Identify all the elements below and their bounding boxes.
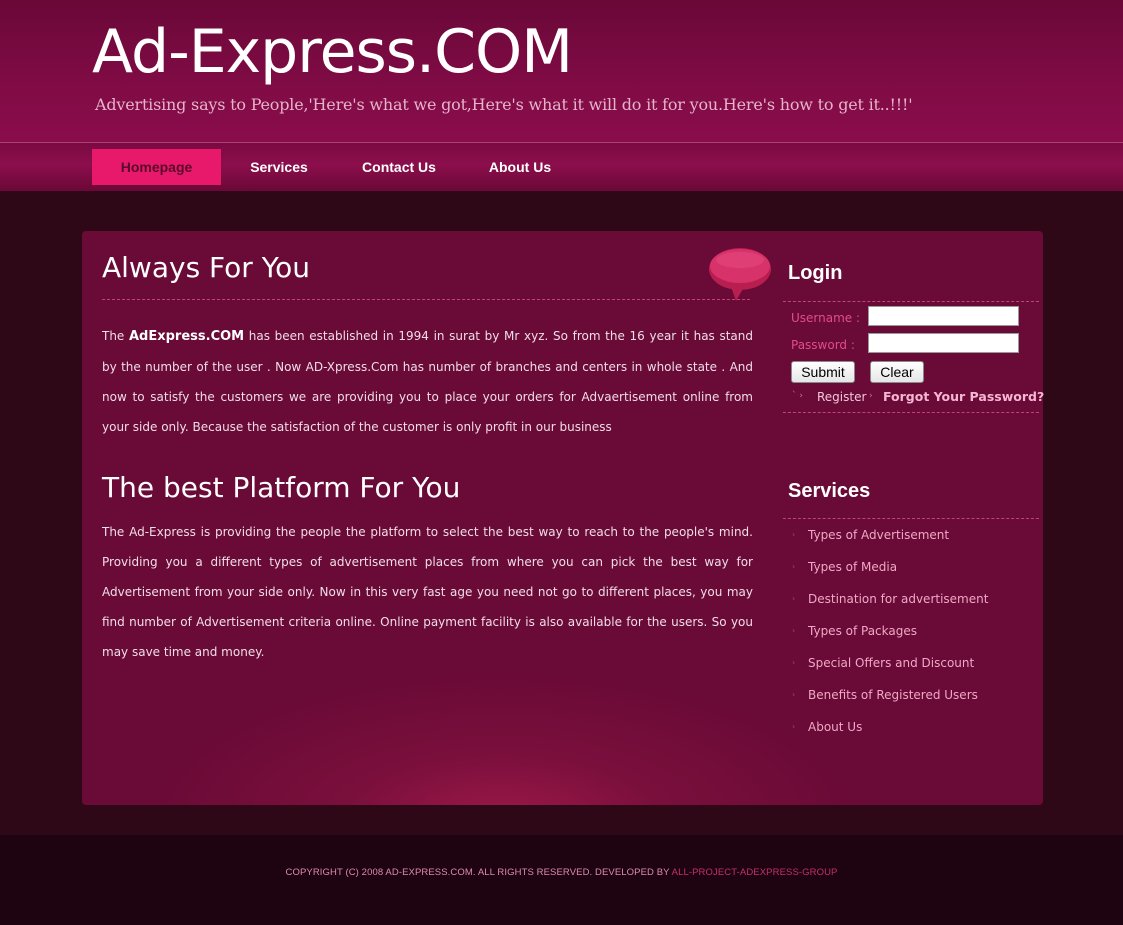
username-field[interactable] <box>868 306 1019 326</box>
service-link-about-us[interactable]: › About Us <box>783 720 1039 740</box>
register-link[interactable]: Register <box>817 390 866 404</box>
site-tagline: Advertising says to People,'Here's what … <box>95 95 913 114</box>
submit-button[interactable]: Submit <box>791 361 855 383</box>
chevron-right-icon: › <box>792 594 796 603</box>
password-field[interactable] <box>868 333 1019 353</box>
section-title-best-platform: The best Platform For You <box>102 471 461 504</box>
forgot-arrow-icon: › <box>869 391 873 401</box>
main-panel: Always For You The AdExpress.COM has bee… <box>82 231 1044 805</box>
about-paragraph: The AdExpress.COM has been established i… <box>102 329 753 434</box>
copyright-text: COPYRIGHT (C) 2008 AD-EXPRESS.COM. ALL R… <box>285 867 838 878</box>
header: Ad-Express.COM Advertising says to Peopl… <box>0 0 1123 143</box>
services-title: Services <box>788 480 871 502</box>
username-label: Username : <box>791 311 861 325</box>
speech-bubble-icon <box>709 248 771 301</box>
nav-homepage[interactable]: Homepage <box>92 149 221 185</box>
password-label: Password : <box>791 338 855 352</box>
chevron-right-icon: › <box>792 690 796 699</box>
service-link-destination[interactable]: › Destination for advertisement <box>783 592 1039 612</box>
register-arrow-icon: ` › <box>792 391 803 401</box>
site-logo[interactable]: Ad-Express.COM <box>92 22 573 82</box>
clear-button[interactable]: Clear <box>870 361 924 383</box>
service-link-special-offers[interactable]: › Special Offers and Discount <box>783 656 1039 676</box>
footer: COPYRIGHT (C) 2008 AD-EXPRESS.COM. ALL R… <box>0 835 1123 925</box>
login-divider-bottom <box>783 412 1039 413</box>
chevron-right-icon: › <box>792 530 796 539</box>
login-title: Login <box>788 262 843 284</box>
chevron-right-icon: › <box>792 722 796 731</box>
brand-name: AdExpress.COM <box>128 329 245 344</box>
platform-paragraph: The Ad-Express is providing the people t… <box>102 525 753 659</box>
service-link-types-of-advertisement[interactable]: › Types of Advertisement <box>783 528 1039 548</box>
chevron-right-icon: › <box>792 562 796 571</box>
chevron-right-icon: › <box>792 626 796 635</box>
nav-contact-us[interactable]: Contact Us <box>352 149 446 185</box>
section-divider <box>102 299 750 300</box>
chevron-right-icon: › <box>792 658 796 667</box>
main-nav: Homepage Services Contact Us About Us <box>0 143 1123 191</box>
section-title-always-for-you: Always For You <box>102 251 310 284</box>
service-link-types-of-media[interactable]: › Types of Media <box>783 560 1039 580</box>
developer-link[interactable]: ALL-PROJECT-ADEXPRESS-GROUP <box>672 867 838 878</box>
service-link-benefits[interactable]: › Benefits of Registered Users <box>783 688 1039 708</box>
login-divider-top <box>783 301 1039 302</box>
nav-about-us[interactable]: About Us <box>479 149 561 185</box>
nav-services[interactable]: Services <box>236 149 322 185</box>
service-link-types-of-packages[interactable]: › Types of Packages <box>783 624 1039 644</box>
forgot-password-link[interactable]: Forgot Your Password? <box>883 389 1044 404</box>
services-divider <box>783 518 1039 519</box>
